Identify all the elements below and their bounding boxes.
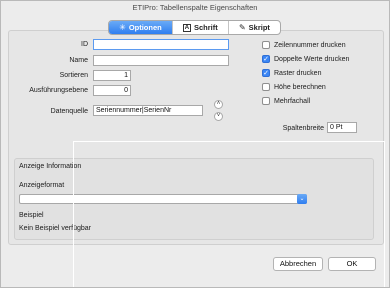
window-title: ETIPro: Tabellenspalte Eigenschaften bbox=[132, 3, 258, 12]
tab-optionen-label: Optionen bbox=[128, 23, 162, 32]
chevron-up-icon[interactable]: ˄ bbox=[214, 100, 223, 109]
checkbox-box[interactable] bbox=[262, 97, 270, 105]
checkbox-calc-height[interactable]: Höhe berechnen bbox=[262, 83, 326, 91]
checkmark-icon[interactable]: ✓ bbox=[262, 55, 270, 63]
properties-window: ETIPro: Tabellenspalte Eigenschaften ✳ O… bbox=[0, 0, 390, 288]
tab-optionen[interactable]: ✳ Optionen bbox=[109, 21, 172, 34]
execution-level-field[interactable]: 0 bbox=[93, 85, 131, 96]
checkbox-multiple[interactable]: Mehrfachall bbox=[262, 97, 310, 105]
sort-label: Sortieren bbox=[59, 72, 88, 79]
checkbox-label: Höhe berechnen bbox=[274, 83, 326, 91]
checkbox-box[interactable] bbox=[262, 41, 270, 49]
checkbox-row-number[interactable]: Zeilennummer drucken bbox=[262, 41, 346, 49]
tab-schrift[interactable]: A Schrift bbox=[171, 21, 228, 34]
name-label: Name bbox=[69, 57, 88, 64]
script-icon: ✎ bbox=[238, 23, 246, 32]
name-field[interactable] bbox=[93, 55, 229, 66]
tab-bar: ✳ Optionen A Schrift ✎ Skript bbox=[108, 20, 281, 35]
checkbox-label: Zeilennummer drucken bbox=[274, 41, 346, 49]
checkbox-box[interactable] bbox=[262, 83, 270, 91]
cancel-button[interactable]: Abbrechen bbox=[273, 257, 323, 271]
display-group-title: Anzeige Information bbox=[19, 163, 82, 170]
display-format-label: Anzeigeformat bbox=[19, 182, 65, 189]
example-value: Kein Beispiel verfügbar bbox=[19, 225, 91, 232]
chevron-down-icon[interactable]: ˅ bbox=[214, 112, 223, 121]
display-format-select[interactable]: ⌄ bbox=[19, 194, 307, 204]
guide-line-vertical-right bbox=[384, 141, 385, 287]
data-source-label: Datenquelle bbox=[50, 108, 88, 115]
guide-line-vertical bbox=[73, 141, 74, 287]
tab-schrift-label: Schrift bbox=[193, 23, 218, 32]
id-field[interactable] bbox=[93, 39, 229, 50]
checkbox-grid[interactable]: ✓ Raster drucken bbox=[262, 69, 321, 77]
checkbox-label: Raster drucken bbox=[274, 69, 322, 77]
tab-skript[interactable]: ✎ Skript bbox=[227, 21, 280, 34]
column-width-label: Spaltenbreite bbox=[282, 125, 324, 132]
checkbox-label: Doppelte Werte drucken bbox=[274, 55, 350, 63]
guide-line-horizontal bbox=[73, 141, 384, 142]
chevron-down-icon[interactable]: ⌄ bbox=[297, 194, 307, 204]
checkmark-icon[interactable]: ✓ bbox=[262, 69, 270, 77]
checkbox-label: Mehrfachall bbox=[274, 97, 311, 105]
font-icon: A bbox=[182, 23, 191, 32]
tab-skript-label: Skript bbox=[248, 23, 270, 32]
gear-icon: ✳ bbox=[119, 23, 126, 32]
example-label: Beispiel bbox=[19, 212, 44, 219]
checkbox-duplicate-values[interactable]: ✓ Doppelte Werte drucken bbox=[262, 55, 349, 63]
id-label: ID bbox=[81, 41, 88, 48]
ok-button[interactable]: OK bbox=[328, 257, 376, 271]
data-source-field[interactable]: Seriennummer|SerienNr bbox=[93, 105, 203, 116]
sort-field[interactable]: 1 bbox=[93, 70, 131, 81]
column-width-field[interactable]: 0 Pt bbox=[327, 122, 357, 133]
execution-level-label: Ausführungsebene bbox=[29, 87, 88, 94]
